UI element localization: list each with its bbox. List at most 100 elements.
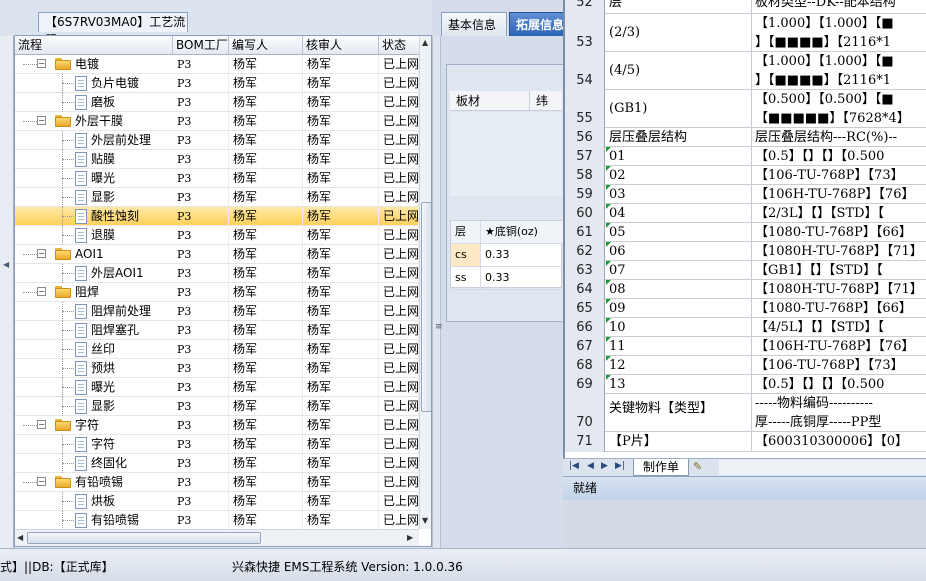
copper-layer-grid[interactable]: 层 ★底铜(oz) cs 0.33 ss 0.33 xyxy=(450,220,563,290)
cell-label[interactable]: 02 xyxy=(606,166,752,185)
cell-value[interactable]: -----物料编码---------- 厚-----底铜厚-----PP型 xyxy=(753,394,926,432)
tree-row[interactable]: 阻焊前处理 P3 杨军 杨军 已上网 xyxy=(15,302,419,321)
row-number-header[interactable]: 60 xyxy=(565,204,605,223)
row-number-header[interactable]: 70 xyxy=(565,394,605,432)
layer-copper[interactable]: 0.33 xyxy=(481,267,563,289)
row-number-header[interactable]: 63 xyxy=(565,261,605,280)
row-number-header[interactable]: 54 xyxy=(565,52,605,90)
tree-row[interactable]: 终固化 P3 杨军 杨军 已上网 xyxy=(15,454,419,473)
tree-vscroll-thumb[interactable] xyxy=(421,202,431,412)
row-number-header[interactable]: 55 xyxy=(565,90,605,128)
tree-row[interactable]: − 阻焊 P3 杨军 杨军 已上网 xyxy=(15,283,419,302)
tree-row[interactable]: 显影 P3 杨军 杨军 已上网 xyxy=(15,188,419,207)
row-number-header[interactable]: 66 xyxy=(565,318,605,337)
collapse-node-icon[interactable]: − xyxy=(37,477,46,486)
tree-row[interactable]: 外层AOI1 P3 杨军 杨军 已上网 xyxy=(15,264,419,283)
first-sheet-icon[interactable]: |◀ xyxy=(569,461,579,471)
cell-label[interactable]: (GB1) xyxy=(606,90,752,128)
cell-value[interactable]: 【GB1】【】【STD】【 xyxy=(753,261,926,280)
tree-row[interactable]: 贴膜 P3 杨军 杨军 已上网 xyxy=(15,150,419,169)
next-sheet-icon[interactable]: ▶ xyxy=(601,461,608,471)
col-header-reviewer[interactable]: 核审人 xyxy=(303,36,379,55)
sheet-row[interactable]: 64 08 【1080H-TU-768P】【71】 xyxy=(565,280,926,299)
tree-row[interactable]: 负片电镀 P3 杨军 杨军 已上网 xyxy=(15,74,419,93)
collapse-node-icon[interactable]: − xyxy=(37,116,46,125)
sheet-row[interactable]: 65 09 【1080-TU-768P】【66】 xyxy=(565,299,926,318)
tree-row[interactable]: 酸性蚀刻 P3 杨军 杨军 已上网 xyxy=(15,207,419,226)
sheet-row[interactable]: 53 (2/3) 【1.000】【1.000】【■ 】【■■■■】【2116*1 xyxy=(565,14,926,52)
row-number-header[interactable]: 58 xyxy=(565,166,605,185)
sheet-row[interactable]: 70 关键物料【类型】 -----物料编码---------- 厚-----底铜厚--… xyxy=(565,394,926,432)
cell-label[interactable]: (4/5) xyxy=(606,52,752,90)
tree-row[interactable]: 阻焊塞孔 P3 杨军 杨军 已上网 xyxy=(15,321,419,340)
row-number-header[interactable]: 56 xyxy=(565,128,605,147)
tree-row[interactable]: 外层前处理 P3 杨军 杨军 已上网 xyxy=(15,131,419,150)
tab-basic-info[interactable]: 基本信息 xyxy=(441,12,507,36)
cell-value[interactable]: 【4/5L】【】【STD】【 xyxy=(753,318,926,337)
cell-value[interactable]: 【1080-TU-768P】【66】 xyxy=(753,223,926,242)
scroll-up-icon[interactable]: ▲ xyxy=(422,38,428,47)
sheet-row[interactable]: 71 【P片】 【600310300006】【0】 xyxy=(565,432,926,452)
prev-sheet-icon[interactable]: ◀ xyxy=(587,461,594,471)
cell-label[interactable]: 10 xyxy=(606,318,752,337)
sheet-row[interactable]: 52 层板材类型--DK--配本结构 xyxy=(565,0,926,14)
col-header-status[interactable]: 状态 xyxy=(379,36,419,55)
row-number-header[interactable]: 61 xyxy=(565,223,605,242)
tree-horizontal-scrollbar[interactable]: ◀ ▶ xyxy=(15,529,419,546)
sheet-horizontal-scrollbar[interactable] xyxy=(719,460,926,475)
cell-value[interactable]: 【1080H-TU-768P】【71】 xyxy=(753,242,926,261)
cell-value[interactable]: 【0.5】【】【】【0.500 xyxy=(753,375,926,394)
tree-row[interactable]: − 电镀 P3 杨军 杨军 已上网 xyxy=(15,55,419,74)
splitter-grip-icon[interactable]: ≡ xyxy=(435,322,443,332)
tree-row[interactable]: 曝光 P3 杨军 杨军 已上网 xyxy=(15,169,419,188)
tab-extended-info[interactable]: 拓展信息 xyxy=(509,12,569,36)
tree-row[interactable]: 预烘 P3 杨军 杨军 已上网 xyxy=(15,359,419,378)
tree-row[interactable]: 显影 P3 杨军 杨军 已上网 xyxy=(15,397,419,416)
sheet-row[interactable]: 60 04 【2/3L】【】【STD】【 xyxy=(565,204,926,223)
row-number-header[interactable]: 53 xyxy=(565,14,605,52)
sheet-row[interactable]: 67 11 【106H-TU-768P】【76】 xyxy=(565,337,926,356)
copper-col-header[interactable]: ★底铜(oz) xyxy=(481,221,563,243)
col-header-bom[interactable]: BOM工厂 xyxy=(173,36,229,55)
row-number-header[interactable]: 62 xyxy=(565,242,605,261)
tree-row[interactable]: − 外层干膜 P3 杨军 杨军 已上网 xyxy=(15,112,419,131)
cell-label[interactable]: 层 xyxy=(606,0,752,14)
insert-sheet-icon[interactable]: ✎ xyxy=(693,460,713,474)
tree-row[interactable]: 字符 P3 杨军 杨军 已上网 xyxy=(15,435,419,454)
collapse-node-icon[interactable]: − xyxy=(37,287,46,296)
row-number-header[interactable]: 64 xyxy=(565,280,605,299)
cell-label[interactable]: 13 xyxy=(606,375,752,394)
cell-value[interactable]: 层压叠层结构---RC(%)-- xyxy=(753,128,926,147)
tree-row[interactable]: 退膜 P3 杨军 杨军 已上网 xyxy=(15,226,419,245)
cell-label[interactable]: 【P片】 xyxy=(606,432,752,452)
sheet-row[interactable]: 61 05 【1080-TU-768P】【66】 xyxy=(565,223,926,242)
cell-value[interactable]: 【0.500】【0.500】【■ 【■■■■■】【7628*4】 xyxy=(753,90,926,128)
scroll-left-icon[interactable]: ◀ xyxy=(17,533,23,542)
sheet-row[interactable]: 59 03 【106H-TU-768P】【76】 xyxy=(565,185,926,204)
excel-sheet-window[interactable]: 52 层板材类型--DK--配本结构 53 (2/3) 【1.000】【1.000】【■… xyxy=(563,0,926,500)
collapse-node-icon[interactable]: − xyxy=(37,59,46,68)
sheet-row[interactable]: 62 06 【1080H-TU-768P】【71】 xyxy=(565,242,926,261)
sheet-row[interactable]: 56 层压叠层结构 层压叠层结构---RC(%)-- xyxy=(565,128,926,147)
cell-value[interactable]: 【1.000】【1.000】【■ 】【■■■■】【2116*1 xyxy=(753,14,926,52)
tree-row[interactable]: − 字符 P3 杨军 杨军 已上网 xyxy=(15,416,419,435)
sheet-row[interactable]: 68 12 【106-TU-768P】【73】 xyxy=(565,356,926,375)
cell-label[interactable]: 09 xyxy=(606,299,752,318)
sheet-row[interactable]: 57 01 【0.5】【】【】【0.500 xyxy=(565,147,926,166)
cell-value[interactable]: 【106H-TU-768P】【76】 xyxy=(753,337,926,356)
collapse-node-icon[interactable]: − xyxy=(37,420,46,429)
cell-label[interactable]: (2/3) xyxy=(606,14,752,52)
left-collapse-strip[interactable]: ◀ xyxy=(0,36,14,548)
row-number-header[interactable]: 57 xyxy=(565,147,605,166)
tree-row[interactable]: − 有铅喷锡 P3 杨军 杨军 已上网 xyxy=(15,473,419,492)
cell-value[interactable]: 【1.000】【1.000】【■ 】【■■■■】【2116*1 xyxy=(753,52,926,90)
cell-label[interactable]: 03 xyxy=(606,185,752,204)
cell-label[interactable]: 12 xyxy=(606,356,752,375)
sheet-row[interactable]: 54 (4/5) 【1.000】【1.000】【■ 】【■■■■】【2116*1 xyxy=(565,52,926,90)
row-number-header[interactable]: 68 xyxy=(565,356,605,375)
tree-row[interactable]: 曝光 P3 杨军 杨军 已上网 xyxy=(15,378,419,397)
cell-label[interactable]: 05 xyxy=(606,223,752,242)
row-number-header[interactable]: 69 xyxy=(565,375,605,394)
last-sheet-icon[interactable]: ▶| xyxy=(615,461,625,471)
layer-col-header[interactable]: 层 xyxy=(451,221,481,243)
